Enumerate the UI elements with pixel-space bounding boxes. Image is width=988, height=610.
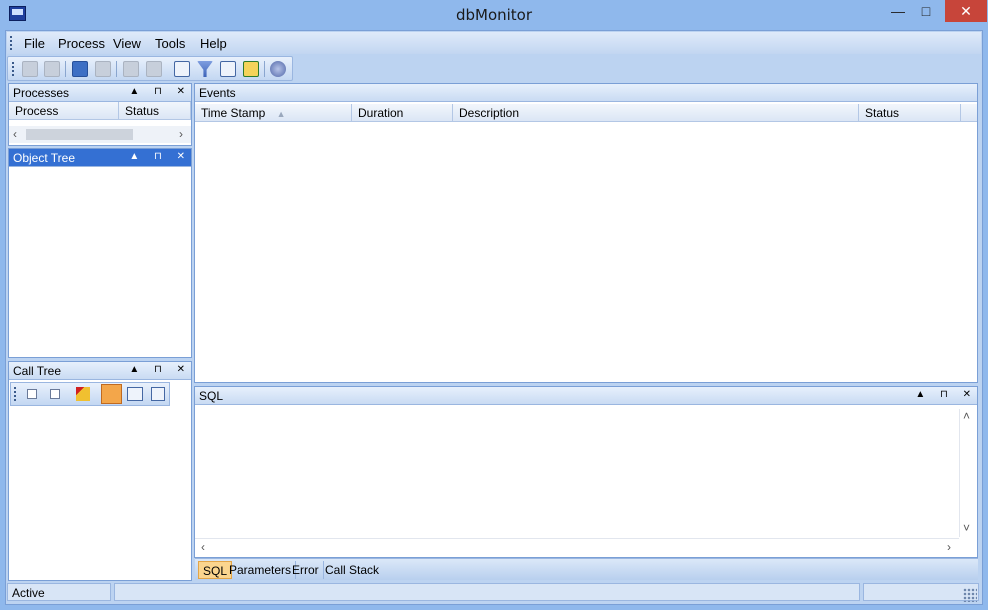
menu-process[interactable]: Process xyxy=(58,36,105,51)
status-panel xyxy=(114,583,860,601)
menu-bar: File Process View Tools Help xyxy=(7,32,981,54)
menu-grip-handle[interactable] xyxy=(10,36,13,50)
minimize-button[interactable]: — xyxy=(884,0,912,22)
events-panel-header: Events xyxy=(195,84,977,102)
window-title: dbMonitor xyxy=(455,6,533,24)
menu-tools[interactable]: Tools xyxy=(155,36,185,51)
column-process[interactable]: Process xyxy=(9,102,119,120)
mark-icon[interactable] xyxy=(76,387,90,401)
collapse-icon[interactable] xyxy=(27,389,37,399)
status-text: Active xyxy=(7,583,111,601)
call-tree-panel: Call Tree ▲ ⊓ ✕ xyxy=(8,361,192,581)
events-panel: Events Time Stamp ▲ Duration Description… xyxy=(194,83,978,383)
menu-view[interactable]: View xyxy=(113,36,141,51)
maximize-button[interactable]: □ xyxy=(912,0,940,22)
close-button[interactable]: ✕ xyxy=(945,0,987,22)
settings-grid-icon[interactable] xyxy=(220,61,236,77)
sort-ascending-icon: ▲ xyxy=(276,109,286,119)
export-icon[interactable] xyxy=(44,61,60,77)
column-time-stamp[interactable]: Time Stamp ▲ xyxy=(195,104,352,122)
sql-panel-header: SQL ▲ ⊓ ✕ xyxy=(195,387,977,405)
bottom-tab-strip: SQL Parameters Error Call Stack xyxy=(195,558,978,580)
save-icon[interactable] xyxy=(22,61,38,77)
call-tree-panel-title: Call Tree xyxy=(13,364,62,378)
tab-call-stack[interactable]: Call Stack xyxy=(321,561,383,579)
status-panel-right xyxy=(863,583,979,601)
scroll-left-icon[interactable]: ‹ xyxy=(201,540,205,554)
stop-icon[interactable] xyxy=(72,61,88,77)
menu-file[interactable]: File xyxy=(24,36,45,51)
sql-horizontal-scrollbar[interactable]: ‹ › xyxy=(195,538,959,555)
help-icon[interactable] xyxy=(270,61,286,77)
main-toolbar xyxy=(7,56,293,81)
scroll-up-icon[interactable]: ˄ xyxy=(963,409,970,423)
sql-panel-title: SQL xyxy=(199,389,224,403)
call-tree-toolbar xyxy=(10,382,170,406)
list-icon[interactable] xyxy=(174,61,190,77)
clear-icon[interactable] xyxy=(123,61,139,77)
panel-controls-icon[interactable]: ▲ ⊓ ✕ xyxy=(129,364,191,375)
scroll-down-icon[interactable]: ˅ xyxy=(963,521,970,535)
column-duration[interactable]: Duration xyxy=(352,104,453,122)
refresh-icon[interactable] xyxy=(243,61,259,77)
menu-help[interactable]: Help xyxy=(200,36,227,51)
tab-parameters[interactable]: Parameters xyxy=(225,561,297,579)
toolbar-separator xyxy=(264,61,265,77)
sql-panel: SQL ▲ ⊓ ✕ ˄ ˅ ‹ › xyxy=(194,386,978,558)
processes-panel-title: Processes xyxy=(13,86,70,100)
processes-horizontal-scrollbar[interactable]: ‹ › xyxy=(9,126,191,143)
object-tree-panel-title: Object Tree xyxy=(13,151,76,165)
at-link-icon[interactable] xyxy=(127,387,143,401)
highlight-icon[interactable] xyxy=(101,384,122,404)
processes-panel: Processes ▲ ⊓ ✕ Process Status ‹ › xyxy=(8,83,192,146)
stack-icon[interactable] xyxy=(151,387,165,401)
play-icon[interactable] xyxy=(146,61,162,77)
pause-icon[interactable] xyxy=(95,61,111,77)
column-status[interactable]: Status xyxy=(859,104,961,122)
scroll-right-icon[interactable]: › xyxy=(179,127,183,141)
toolbar-grip-handle[interactable] xyxy=(14,387,17,401)
object-tree-panel: Object Tree ▲ ⊓ ✕ xyxy=(8,148,192,358)
column-description[interactable]: Description xyxy=(453,104,859,122)
tab-error[interactable]: Error xyxy=(288,561,324,579)
expand-icon[interactable] xyxy=(50,389,60,399)
toolbar-grip-handle[interactable] xyxy=(12,62,15,76)
toolbar-separator xyxy=(65,61,66,77)
panel-controls-icon[interactable]: ▲ ⊓ ✕ xyxy=(129,151,191,162)
processes-panel-header: Processes ▲ ⊓ ✕ xyxy=(9,84,191,102)
object-tree-panel-header: Object Tree ▲ ⊓ ✕ xyxy=(9,149,191,167)
call-tree-panel-header: Call Tree ▲ ⊓ ✕ xyxy=(9,362,191,380)
events-column-header: Time Stamp ▲ Duration Description Status xyxy=(195,104,977,122)
resize-grip-icon[interactable] xyxy=(963,588,977,602)
panel-controls-icon[interactable]: ▲ ⊓ ✕ xyxy=(129,86,191,97)
processes-column-header: Process Status xyxy=(9,102,191,120)
events-panel-title: Events xyxy=(199,86,236,100)
filter-icon[interactable] xyxy=(197,61,213,77)
scrollbar-thumb[interactable] xyxy=(26,129,133,140)
sql-vertical-scrollbar[interactable]: ˄ ˅ xyxy=(959,409,976,537)
toolbar-separator xyxy=(116,61,117,77)
column-status[interactable]: Status xyxy=(119,102,191,120)
scroll-right-icon[interactable]: › xyxy=(947,540,951,554)
panel-controls-icon[interactable]: ▲ ⊓ ✕ xyxy=(915,389,977,400)
scroll-left-icon[interactable]: ‹ xyxy=(13,127,17,141)
